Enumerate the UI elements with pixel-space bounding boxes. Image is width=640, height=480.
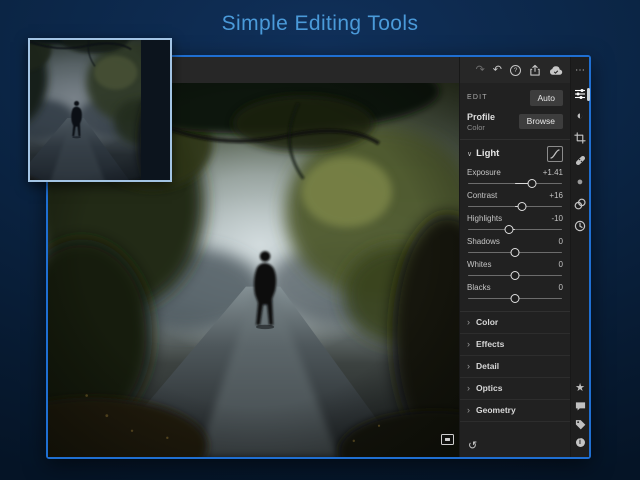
star-icon[interactable]: ★ [575,379,585,397]
comment-icon[interactable] [575,397,586,415]
slider-row: Highlights -10 [460,212,570,235]
profile-row: Profile Color Browse [460,109,570,140]
scroll-indicator [587,88,590,101]
versions-icon[interactable] [574,215,586,237]
profiles-icon[interactable]: ◐ [577,105,584,127]
slider-label: Blacks [467,283,491,292]
toolbar: ↷ ↶ ? [460,57,570,83]
tone-curve-button[interactable] [547,146,563,162]
slider-label: Contrast [467,191,497,200]
page-title: Simple Editing Tools [0,12,640,36]
slider-row: Blacks 0 [460,281,570,304]
slider-value: +16 [549,191,563,200]
presets-icon[interactable] [574,193,586,215]
chevron-right-icon: › [467,384,470,393]
slider-track[interactable] [467,224,563,235]
section-label: Optics [476,383,502,393]
redo-icon[interactable]: ↷ [476,65,485,76]
slider-row: Exposure +1.41 [460,166,570,189]
panel-section-geometry[interactable]: › Geometry [460,400,570,422]
before-thumbnail [28,38,172,182]
healing-icon[interactable] [574,149,587,171]
slider-row: Shadows 0 [460,235,570,258]
undo-icon[interactable]: ↶ [493,65,502,76]
more-icon[interactable]: ⋯ [575,57,585,83]
panel-section-color[interactable]: › Color [460,312,570,334]
slider-label: Shadows [467,237,500,246]
slider-track[interactable] [467,178,563,189]
photo-badge-icon[interactable] [441,434,454,445]
light-section-header[interactable]: ∨ Light [460,140,570,165]
slider-value: +1.41 [543,168,563,177]
slider-value: -10 [551,214,563,223]
light-section-label: Light [476,148,499,159]
slider-track[interactable] [467,293,563,304]
info-icon[interactable]: i [576,433,585,451]
slider-track[interactable] [467,247,563,258]
slider-knob[interactable] [505,225,514,234]
auto-button[interactable]: Auto [530,90,564,106]
rail-bottom-group: ★ i [575,379,586,457]
reset-icon[interactable]: ↺ [468,441,477,452]
section-label: Color [476,317,498,327]
edit-header: EDIT Auto [460,83,570,109]
panel-bottom: ↺ [460,437,570,457]
slider-list: Exposure +1.41 Contrast +16 Highlights -10 Sha… [460,165,570,308]
share-icon[interactable] [529,64,541,77]
thumbnail-shade [30,40,170,180]
help-icon[interactable]: ? [510,65,521,76]
slider-label: Whites [467,260,491,269]
chevron-right-icon: › [467,340,470,349]
slider-knob[interactable] [517,202,526,211]
slider-value: 0 [559,283,563,292]
profile-value: Color [467,123,495,132]
slider-knob[interactable] [511,271,520,280]
section-label: Detail [476,361,499,371]
section-list: › Color › Effects › Detail › Optics › Geometry [460,311,570,422]
slider-knob[interactable] [511,294,520,303]
slider-row: Contrast +16 [460,189,570,212]
slider-value: 0 [559,237,563,246]
slider-knob[interactable] [528,179,537,188]
browse-button[interactable]: Browse [519,114,563,130]
crop-icon[interactable] [574,127,586,149]
chevron-right-icon: › [467,406,470,415]
panel-section-detail[interactable]: › Detail [460,356,570,378]
edit-panel: ↷ ↶ ? EDIT Auto Profile Color Browse ∨ L… [459,57,570,457]
slider-row: Whites 0 [460,258,570,281]
chevron-right-icon: › [467,318,470,327]
edit-sliders-icon[interactable] [574,83,586,105]
tag-icon[interactable] [575,415,586,433]
chevron-right-icon: › [467,362,470,371]
chevron-down-icon: ∨ [467,150,472,158]
panel-section-effects[interactable]: › Effects [460,334,570,356]
slider-label: Exposure [467,168,501,177]
slider-value: 0 [559,260,563,269]
profile-label: Profile [467,112,495,122]
slider-track[interactable] [467,270,563,281]
section-label: Effects [476,339,504,349]
panel-section-optics[interactable]: › Optics [460,378,570,400]
cloud-sync-icon[interactable] [549,65,563,76]
slider-track[interactable] [467,201,563,212]
slider-knob[interactable] [511,248,520,257]
section-label: Geometry [476,405,516,415]
edit-label: EDIT [467,94,488,101]
tool-rail: ⋯ ◐ ● ★ i [570,57,589,457]
slider-label: Highlights [467,214,502,223]
masking-icon[interactable]: ● [577,171,584,193]
